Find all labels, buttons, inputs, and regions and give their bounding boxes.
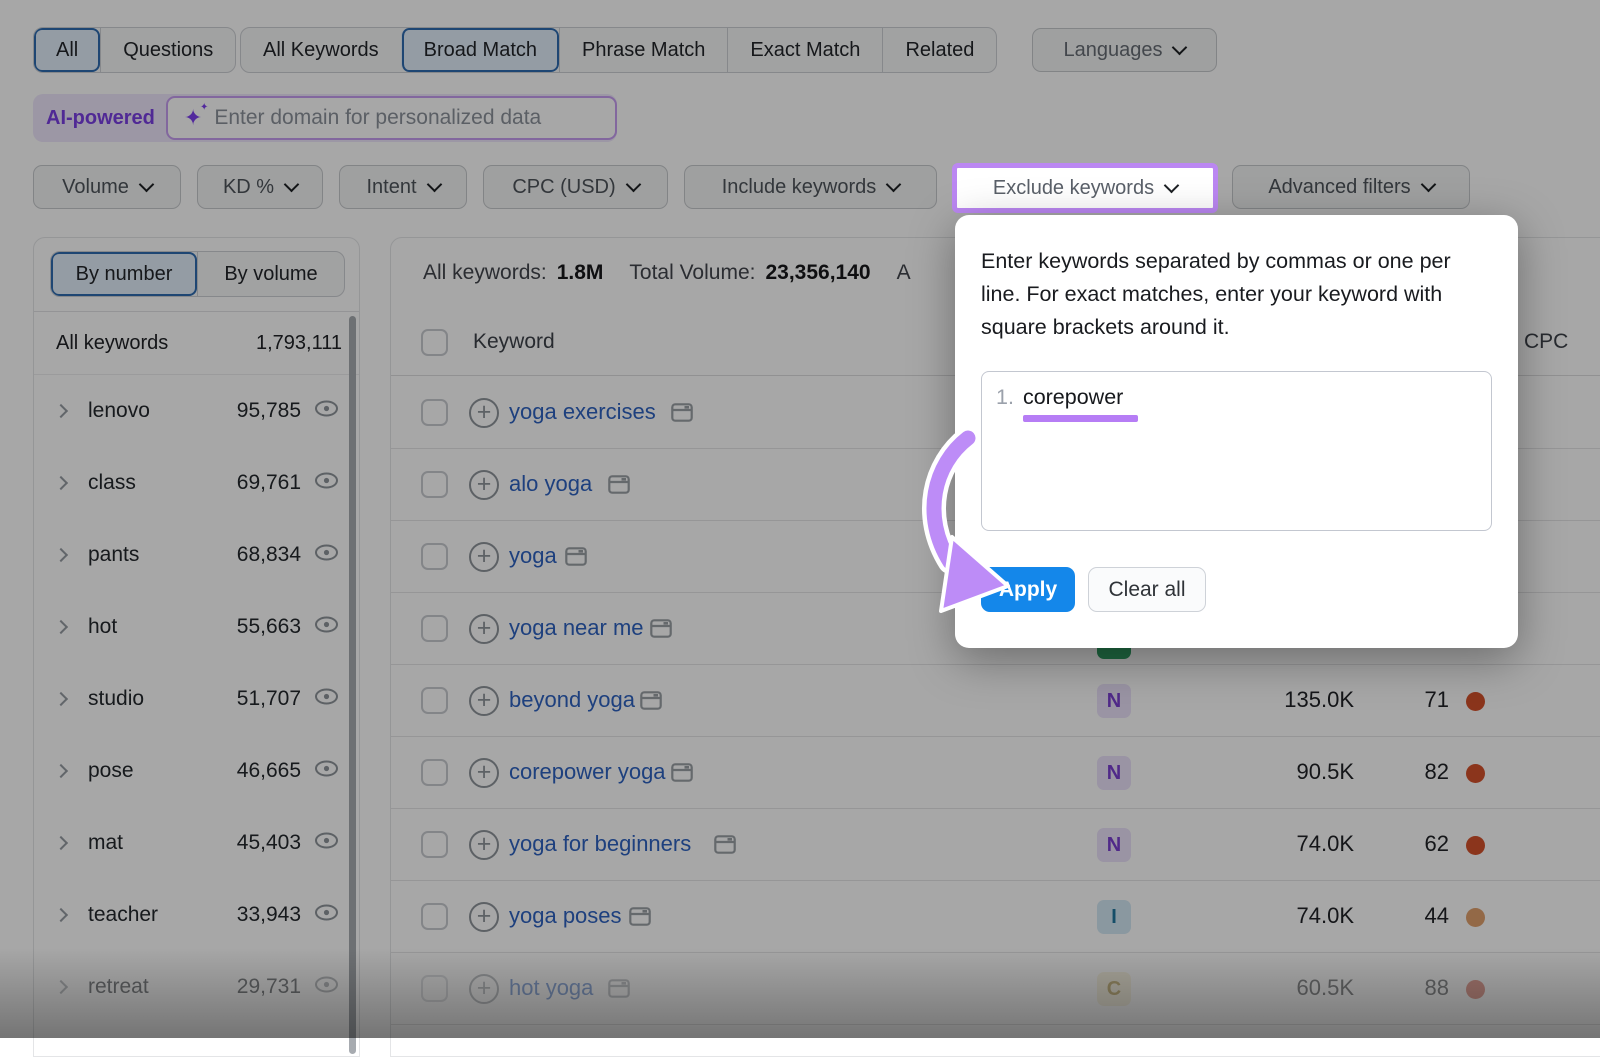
line-number: 1. [996,385,1014,422]
clear-all-button[interactable]: Clear all [1088,567,1206,612]
filter-exclude-keywords[interactable]: Exclude keywords [952,163,1218,213]
excluded-keyword-value: corepower [1023,385,1123,409]
filter-label: Exclude keywords [993,177,1154,200]
apply-button[interactable]: Apply [981,567,1075,612]
keyword-highlight-underline [1023,415,1138,422]
popup-instructions: Enter keywords separated by commas or on… [981,245,1486,344]
exclude-keywords-textarea[interactable]: 1. corepower [981,371,1492,531]
chevron-down-icon [1164,178,1180,194]
exclude-keywords-popup: Enter keywords separated by commas or on… [955,215,1518,648]
